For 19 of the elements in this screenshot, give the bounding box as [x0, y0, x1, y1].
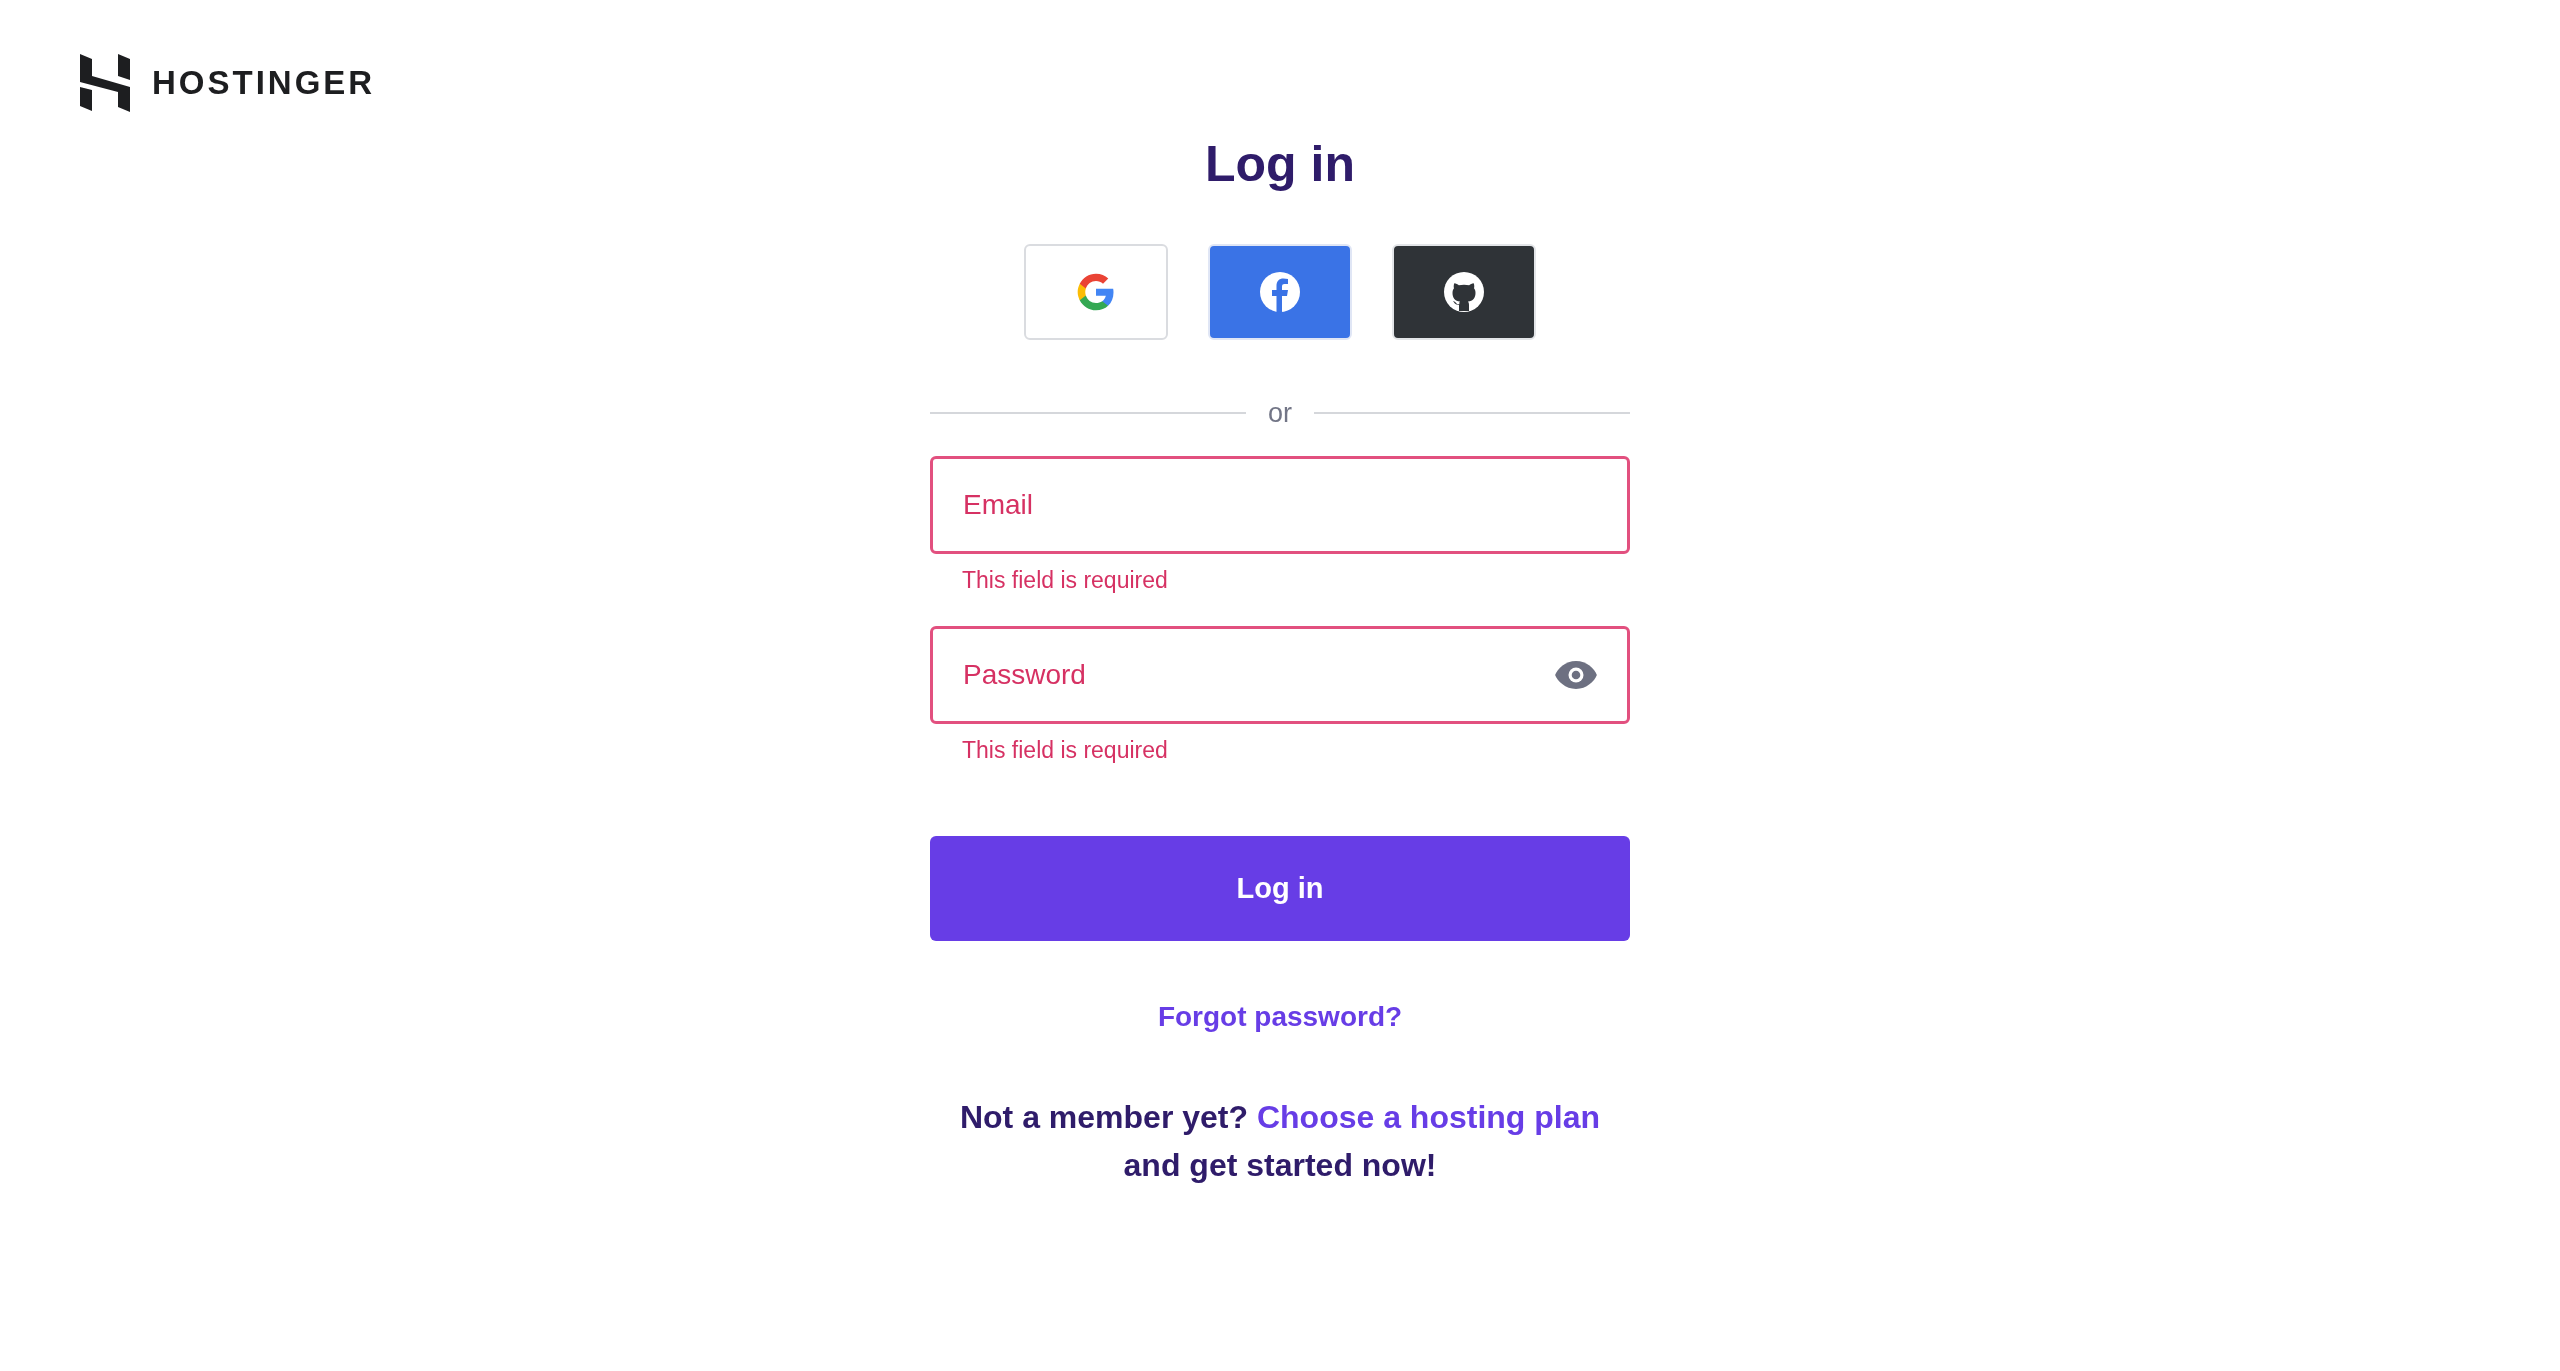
facebook-icon — [1260, 272, 1300, 312]
facebook-login-button[interactable] — [1208, 244, 1352, 340]
forgot-password-link[interactable]: Forgot password? — [1157, 1001, 1403, 1033]
signup-prompt: Not a member yet? Choose a hosting plan and get started now! — [959, 1098, 1601, 1185]
error-message: This field is required — [961, 566, 1168, 594]
cat-icon — [1444, 272, 1484, 312]
eye-icon[interactable] — [1554, 660, 1598, 690]
error-message: This field is required — [961, 736, 1168, 764]
password-field[interactable]: Password — [930, 626, 1630, 724]
login-button[interactable]: Log in — [930, 836, 1630, 941]
page-title: Log in — [1205, 135, 1355, 194]
divider-text: or — [1268, 398, 1292, 428]
google-icon — [1076, 272, 1116, 312]
hosting-plan-link[interactable]: Choose a hosting plan — [1256, 1099, 1601, 1135]
github-login-button[interactable] — [1392, 244, 1536, 340]
logo-icon — [80, 54, 130, 112]
google-login-button[interactable] — [1024, 244, 1168, 340]
brand-name: HOSTINGER — [152, 64, 376, 102]
email-field[interactable]: Email — [930, 456, 1630, 554]
